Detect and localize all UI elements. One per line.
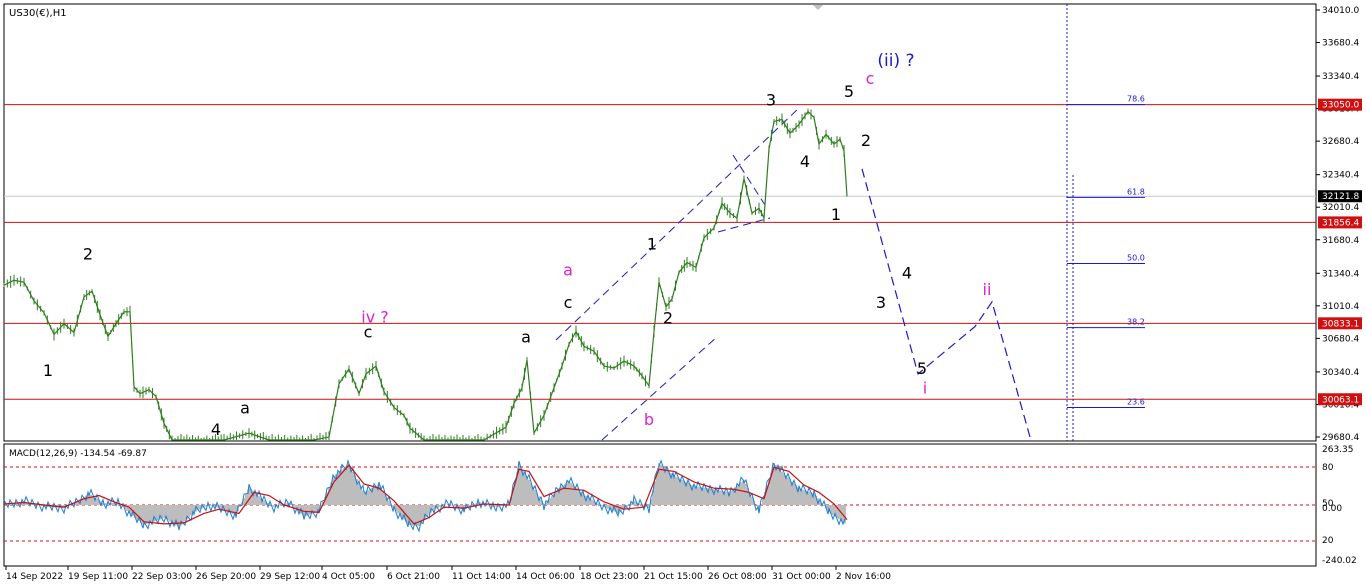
price-axis-label: 34010.0 bbox=[1322, 6, 1359, 16]
price-level-tag-label: 30833.1 bbox=[1322, 319, 1359, 329]
time-axis-label: 21 Oct 15:00 bbox=[644, 572, 703, 582]
price-axis-label: 29680.4 bbox=[1322, 433, 1359, 443]
wave-label: 2 bbox=[663, 309, 673, 328]
fib-level-label: 50.0 bbox=[1127, 253, 1145, 262]
macd-panel[interactable]: MACD(12,26,9) -134.54 -69.87 bbox=[3, 443, 1317, 567]
wave-label: c bbox=[564, 293, 573, 312]
macd-title: MACD(12,26,9) -134.54 -69.87 bbox=[9, 449, 147, 459]
fib-level-label: 61.8 bbox=[1127, 187, 1145, 196]
price-axis-label: 31340.4 bbox=[1322, 269, 1359, 279]
wave-label: 2 bbox=[83, 245, 93, 264]
price-level-tag-label: 30063.1 bbox=[1322, 395, 1359, 405]
time-axis-label: 29 Sep 12:00 bbox=[260, 572, 320, 582]
time-axis-label: 14 Sep 2022 bbox=[6, 572, 63, 582]
wave-label: 1 bbox=[43, 361, 53, 380]
fib-level-label: 78.6 bbox=[1127, 95, 1145, 104]
price-axis-label: 31010.4 bbox=[1322, 302, 1359, 312]
price-axis-label: 30680.4 bbox=[1322, 334, 1359, 344]
macd-axis: 263.3580500.0020-240.02 bbox=[1322, 445, 1357, 566]
wave-label: c bbox=[866, 69, 875, 88]
wave-label: i bbox=[923, 379, 927, 398]
macd-axis-label: -240.02 bbox=[1322, 556, 1357, 566]
wave-label: 1 bbox=[647, 235, 657, 254]
price-axis-label: 30340.4 bbox=[1322, 368, 1359, 378]
wave-label: b bbox=[644, 410, 654, 429]
time-axis-label: 18 Oct 23:00 bbox=[580, 572, 639, 582]
price-axis-label: 33340.4 bbox=[1322, 72, 1359, 82]
time-axis[interactable]: 14 Sep 2022 19 Sep 11:00 22 Sep 03:00 26 Se… bbox=[5, 566, 891, 582]
macd-axis-label: 263.35 bbox=[1322, 445, 1354, 455]
time-axis-label: 2 Nov 16:00 bbox=[836, 572, 891, 582]
wave-label: a bbox=[563, 260, 573, 279]
time-axis-label: 4 Oct 05:00 bbox=[322, 572, 375, 582]
time-axis-label: 31 Oct 00:00 bbox=[772, 572, 831, 582]
wave-label: 2 bbox=[861, 131, 871, 150]
price-level-tag-label: 31856.4 bbox=[1322, 218, 1359, 228]
price-axis-label: 33680.4 bbox=[1322, 39, 1359, 49]
price-axis-label: 32340.4 bbox=[1322, 171, 1359, 181]
wave-label: (ii) ? bbox=[877, 51, 914, 71]
wave-label: a bbox=[240, 398, 250, 417]
macd-axis-label: 0.00 bbox=[1322, 504, 1342, 514]
wave-label: 4 bbox=[211, 420, 221, 439]
symbol-title: US30(€),H1 bbox=[9, 8, 67, 19]
time-axis-label: 26 Sep 20:00 bbox=[196, 572, 256, 582]
wave-label: 3 bbox=[876, 293, 886, 312]
time-axis-label: 26 Oct 08:00 bbox=[708, 572, 767, 582]
chart-canvas[interactable]: 78.661.850.038.223.6 124ac ac1234512345iv… bbox=[0, 0, 1366, 588]
macd-axis-label: 80 bbox=[1322, 463, 1334, 473]
wave-label: 4 bbox=[902, 263, 912, 282]
wave-label: iv ? bbox=[361, 308, 389, 327]
wave-label: 1 bbox=[831, 205, 841, 224]
price-axis-label: 32680.4 bbox=[1322, 137, 1359, 147]
wave-label: 3 bbox=[766, 91, 776, 110]
wave-label: 5 bbox=[917, 359, 927, 378]
price-axis[interactable]: 34010.033680.433340.433010.432680.432340… bbox=[1316, 6, 1362, 443]
price-panel[interactable]: 78.661.850.038.223.6 124ac ac1234512345iv… bbox=[3, 3, 1317, 442]
price-axis-label: 32010.4 bbox=[1322, 203, 1359, 213]
macd-axis-label: 20 bbox=[1322, 536, 1334, 546]
wave-label: 4 bbox=[800, 152, 810, 171]
fib-level-label: 23.6 bbox=[1127, 397, 1145, 406]
time-axis-label: 11 Oct 14:00 bbox=[452, 572, 511, 582]
fib-level-label: 38.2 bbox=[1127, 318, 1145, 327]
time-axis-label: 6 Oct 21:00 bbox=[387, 572, 440, 582]
current-price-tag-label: 32121.8 bbox=[1322, 192, 1359, 202]
wave-label: a bbox=[521, 327, 531, 346]
price-axis-label: 31680.4 bbox=[1322, 236, 1359, 246]
time-axis-label: 19 Sep 11:00 bbox=[68, 572, 128, 582]
wave-label: ii bbox=[983, 280, 992, 299]
price-level-tag-label: 33050.0 bbox=[1322, 101, 1359, 111]
wave-label: 5 bbox=[844, 82, 854, 101]
time-axis-label: 14 Oct 06:00 bbox=[516, 572, 575, 582]
time-axis-label: 22 Sep 03:00 bbox=[132, 572, 192, 582]
